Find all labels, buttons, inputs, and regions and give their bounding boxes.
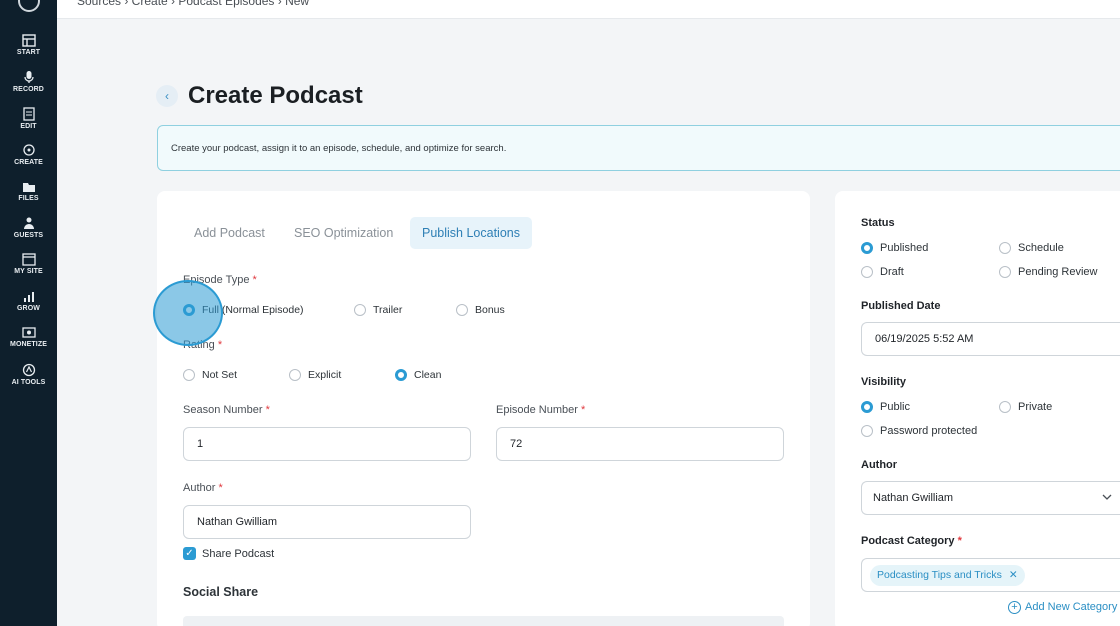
microphone-icon bbox=[23, 71, 34, 83]
episode-type-trailer-label: Trailer bbox=[373, 304, 403, 316]
status-published-radio[interactable] bbox=[861, 242, 873, 254]
sidebar-item-label: RECORD bbox=[13, 86, 44, 93]
social-share-heading: Social Share bbox=[183, 585, 259, 599]
season-number-input[interactable]: 1 bbox=[183, 427, 471, 461]
add-new-category-label: Add New Category bbox=[1025, 601, 1118, 613]
status-schedule-label: Schedule bbox=[1018, 242, 1064, 254]
share-podcast-label: Share Podcast bbox=[202, 548, 275, 560]
top-bar: Sources › Create › Podcast Episodes › Ne… bbox=[57, 0, 1120, 19]
visibility-password-label: Password protected bbox=[880, 425, 978, 437]
episode-number-input[interactable]: 72 bbox=[496, 427, 784, 461]
sidebar-item-label: FILES bbox=[18, 195, 39, 202]
right-author-select[interactable]: Nathan Gwilliam bbox=[861, 481, 1120, 515]
sidebar-item-files[interactable]: FILES bbox=[0, 180, 57, 202]
sidebar-item-label: GROW bbox=[17, 305, 40, 312]
chevron-left-icon: ‹ bbox=[165, 89, 169, 103]
status-pending-review-radio[interactable] bbox=[999, 266, 1011, 278]
plus-icon: + bbox=[1008, 601, 1021, 614]
rating-clean-label: Clean bbox=[414, 369, 442, 381]
sidebar-item-my-site[interactable]: MY SITE bbox=[0, 253, 57, 275]
visibility-password-radio[interactable] bbox=[861, 425, 873, 437]
tab-publish-locations[interactable]: Publish Locations bbox=[410, 217, 532, 249]
sidebar-item-edit[interactable]: EDIT bbox=[0, 107, 57, 130]
check-icon: ✓ bbox=[185, 548, 194, 559]
rating-not-set-radio[interactable] bbox=[183, 369, 195, 381]
published-date-input[interactable]: 06/19/2025 5:52 AM bbox=[861, 322, 1120, 356]
episode-type-bonus-label: Bonus bbox=[475, 304, 505, 316]
info-text: Create your podcast, assign it to an epi… bbox=[171, 143, 507, 154]
share-podcast-checkbox[interactable]: ✓ bbox=[183, 547, 196, 560]
status-label: Status bbox=[861, 217, 895, 229]
app-logo-icon[interactable] bbox=[18, 0, 40, 12]
episode-type-full-radio[interactable] bbox=[183, 304, 195, 316]
sidebar-item-label: AI TOOLS bbox=[11, 379, 46, 386]
status-schedule-radio[interactable] bbox=[999, 242, 1011, 254]
info-banner: Create your podcast, assign it to an epi… bbox=[157, 125, 1120, 171]
folder-icon bbox=[22, 183, 35, 192]
right-author-value: Nathan Gwilliam bbox=[873, 492, 954, 504]
sidebar-item-grow[interactable]: GROW bbox=[0, 290, 57, 312]
episode-type-trailer-radio[interactable] bbox=[354, 304, 366, 316]
category-chip: Podcasting Tips and Tricks ✕ bbox=[870, 565, 1025, 586]
sidebar: START RECORD EDIT CREATE FILES GUESTS MY… bbox=[0, 0, 57, 626]
season-number-label: Season Number * bbox=[183, 404, 270, 416]
chart-icon bbox=[23, 292, 34, 302]
podcast-category-label: Podcast Category * bbox=[861, 535, 962, 547]
layout-icon bbox=[21, 34, 36, 47]
right-author-label: Author bbox=[861, 459, 898, 471]
status-draft-label: Draft bbox=[880, 266, 904, 278]
visibility-private-radio[interactable] bbox=[999, 401, 1011, 413]
episode-type-bonus-radio[interactable] bbox=[456, 304, 468, 316]
sidebar-item-ai-tools[interactable]: AI TOOLS bbox=[0, 363, 57, 386]
social-share-panel bbox=[183, 616, 784, 626]
sidebar-item-start[interactable]: START bbox=[0, 34, 57, 56]
author-label: Author * bbox=[183, 482, 223, 494]
visibility-public-radio[interactable] bbox=[861, 401, 873, 413]
add-new-category-button[interactable]: + Add New Category bbox=[1008, 601, 1117, 614]
visibility-private-label: Private bbox=[1018, 401, 1053, 413]
rating-explicit-label: Explicit bbox=[308, 369, 342, 381]
status-published-label: Published bbox=[880, 242, 929, 254]
category-chip-label: Podcasting Tips and Tricks bbox=[877, 569, 1002, 581]
author-input[interactable]: Nathan Gwilliam bbox=[183, 505, 471, 539]
tab-add-podcast[interactable]: Add Podcast bbox=[182, 217, 277, 249]
episode-type-label: Episode Type * bbox=[183, 274, 257, 286]
sidebar-item-create[interactable]: CREATE bbox=[0, 143, 57, 166]
rating-explicit-radio[interactable] bbox=[289, 369, 301, 381]
create-icon bbox=[22, 144, 35, 156]
tab-seo-optimization[interactable]: SEO Optimization bbox=[282, 217, 405, 249]
sidebar-item-monetize[interactable]: MONETIZE bbox=[0, 326, 57, 348]
rating-not-set-label: Not Set bbox=[202, 369, 238, 381]
sidebar-item-label: EDIT bbox=[20, 123, 37, 130]
visibility-public-label: Public bbox=[880, 401, 910, 413]
status-draft-radio[interactable] bbox=[861, 266, 873, 278]
sidebar-item-label: GUESTS bbox=[13, 232, 44, 239]
sidebar-item-record[interactable]: RECORD bbox=[0, 70, 57, 93]
guests-icon bbox=[23, 217, 34, 229]
rating-label: Rating * bbox=[183, 339, 223, 351]
page-title: Create Podcast bbox=[188, 82, 363, 109]
episode-type-full-label: Full (Normal Episode) bbox=[202, 304, 304, 316]
sidebar-item-label: START bbox=[16, 49, 41, 56]
visibility-label: Visibility bbox=[861, 376, 907, 388]
edit-icon bbox=[22, 107, 35, 121]
status-pending-review-label: Pending Review bbox=[1018, 266, 1098, 278]
rating-clean-radio[interactable] bbox=[395, 369, 407, 381]
browser-icon bbox=[21, 253, 36, 266]
back-button[interactable]: ‹ bbox=[156, 85, 178, 107]
breadcrumb[interactable]: Sources › Create › Podcast Episodes › Ne… bbox=[77, 0, 309, 8]
episode-number-label: Episode Number * bbox=[496, 404, 586, 416]
chevron-down-icon bbox=[1102, 494, 1112, 500]
published-date-label: Published Date bbox=[861, 300, 941, 312]
close-icon[interactable]: ✕ bbox=[1009, 569, 1018, 581]
sidebar-item-label: CREATE bbox=[14, 159, 43, 166]
sidebar-item-guests[interactable]: GUESTS bbox=[0, 216, 57, 239]
ai-icon bbox=[22, 363, 35, 377]
monetize-icon bbox=[21, 327, 36, 338]
sidebar-item-label: MONETIZE bbox=[10, 341, 47, 348]
sidebar-item-label: MY SITE bbox=[14, 268, 43, 275]
